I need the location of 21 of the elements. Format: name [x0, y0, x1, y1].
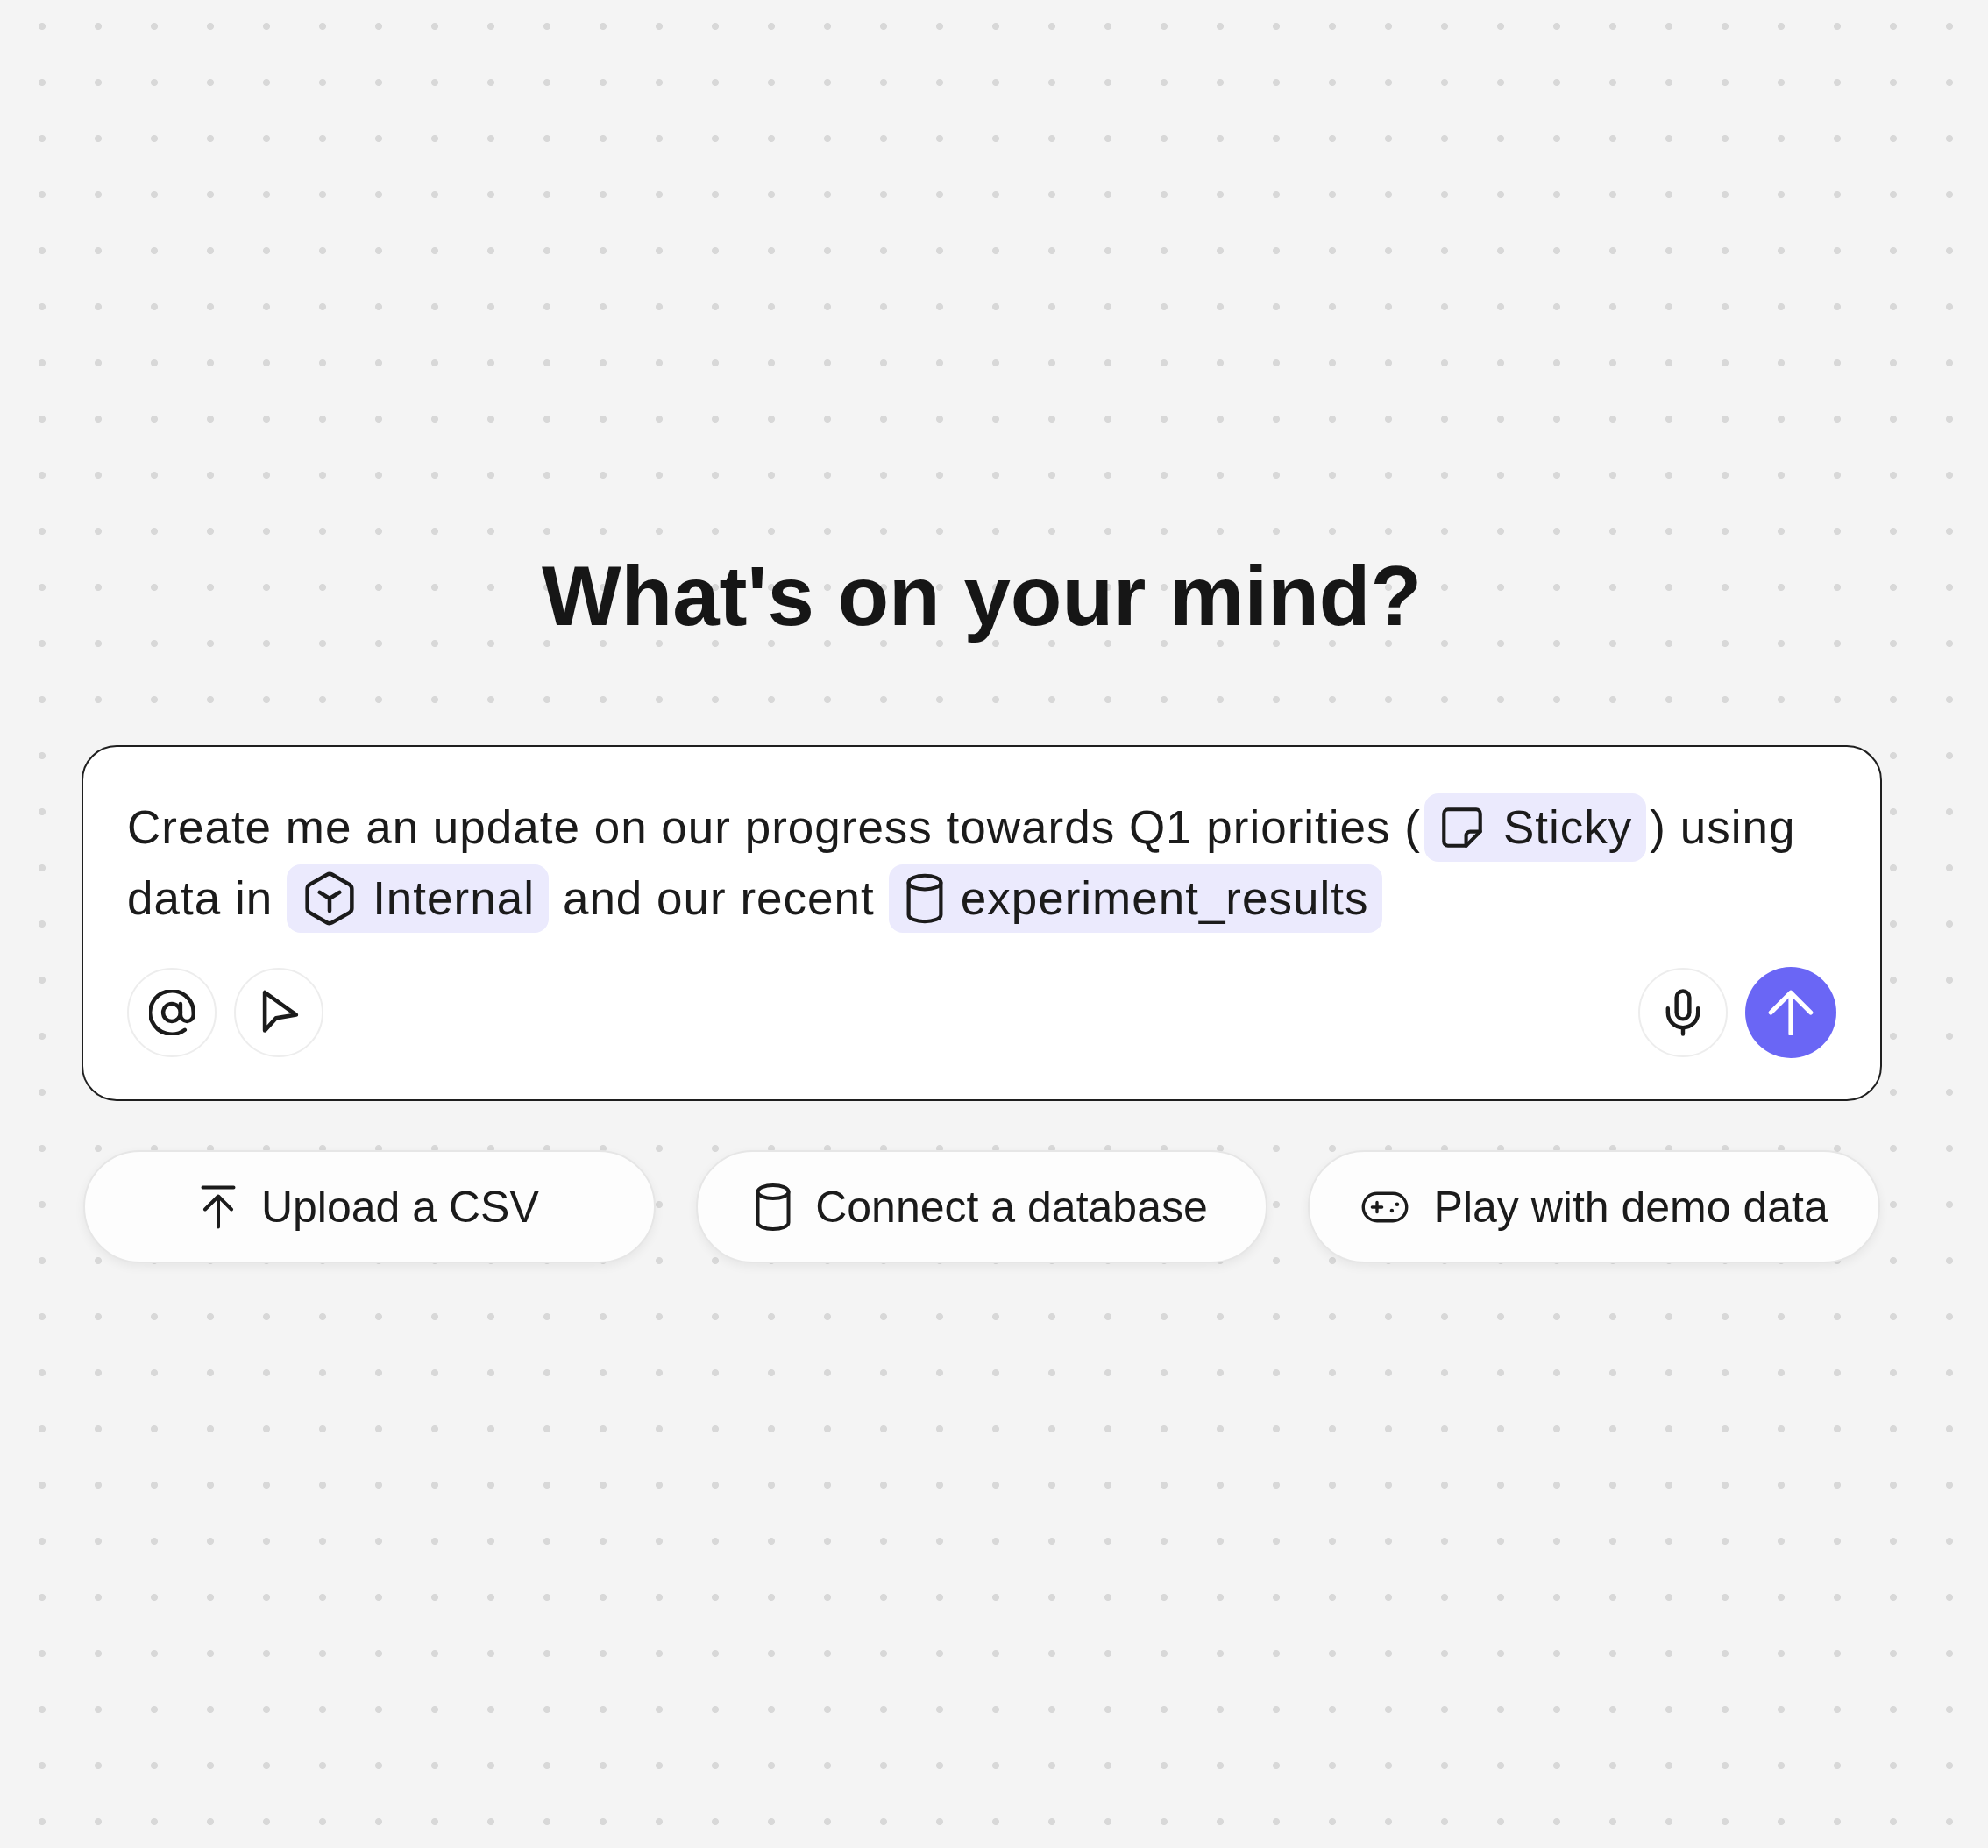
- prompt-text: and our recent: [562, 871, 875, 926]
- cylinder-icon: [905, 873, 943, 924]
- at-sign-icon: [149, 990, 195, 1035]
- mention-chip[interactable]: experiment_results: [888, 864, 1383, 933]
- prompt-text: data in: [127, 871, 273, 926]
- suggestion-button[interactable]: Play with demo data: [1308, 1150, 1880, 1263]
- mention-chip[interactable]: Internal: [287, 864, 549, 933]
- suggestion-button[interactable]: Upload a CSV: [83, 1150, 656, 1263]
- cylinder-icon: [756, 1182, 792, 1232]
- prompt-text: ) using: [1650, 800, 1796, 855]
- suggestion-button[interactable]: Connect a database: [695, 1150, 1268, 1263]
- upload-icon: [199, 1184, 237, 1229]
- microphone-icon: [1665, 989, 1700, 1036]
- mention-chip[interactable]: Sticky: [1424, 793, 1647, 862]
- sticky-note-icon: [1442, 807, 1482, 848]
- prompt-text: Create me an update on our progress towards Q1 priorities (: [127, 800, 1421, 855]
- page-heading: What's on your mind?: [541, 548, 1423, 644]
- cube-icon: [304, 871, 356, 926]
- arrow-up-icon: [1768, 990, 1814, 1035]
- prompt-input-box[interactable]: Create me an update on our progress towards Q1 priorities ( Sticky ) using data in Internal and our recent experiment_results: [82, 745, 1882, 1101]
- gamepad-icon: [1360, 1191, 1409, 1223]
